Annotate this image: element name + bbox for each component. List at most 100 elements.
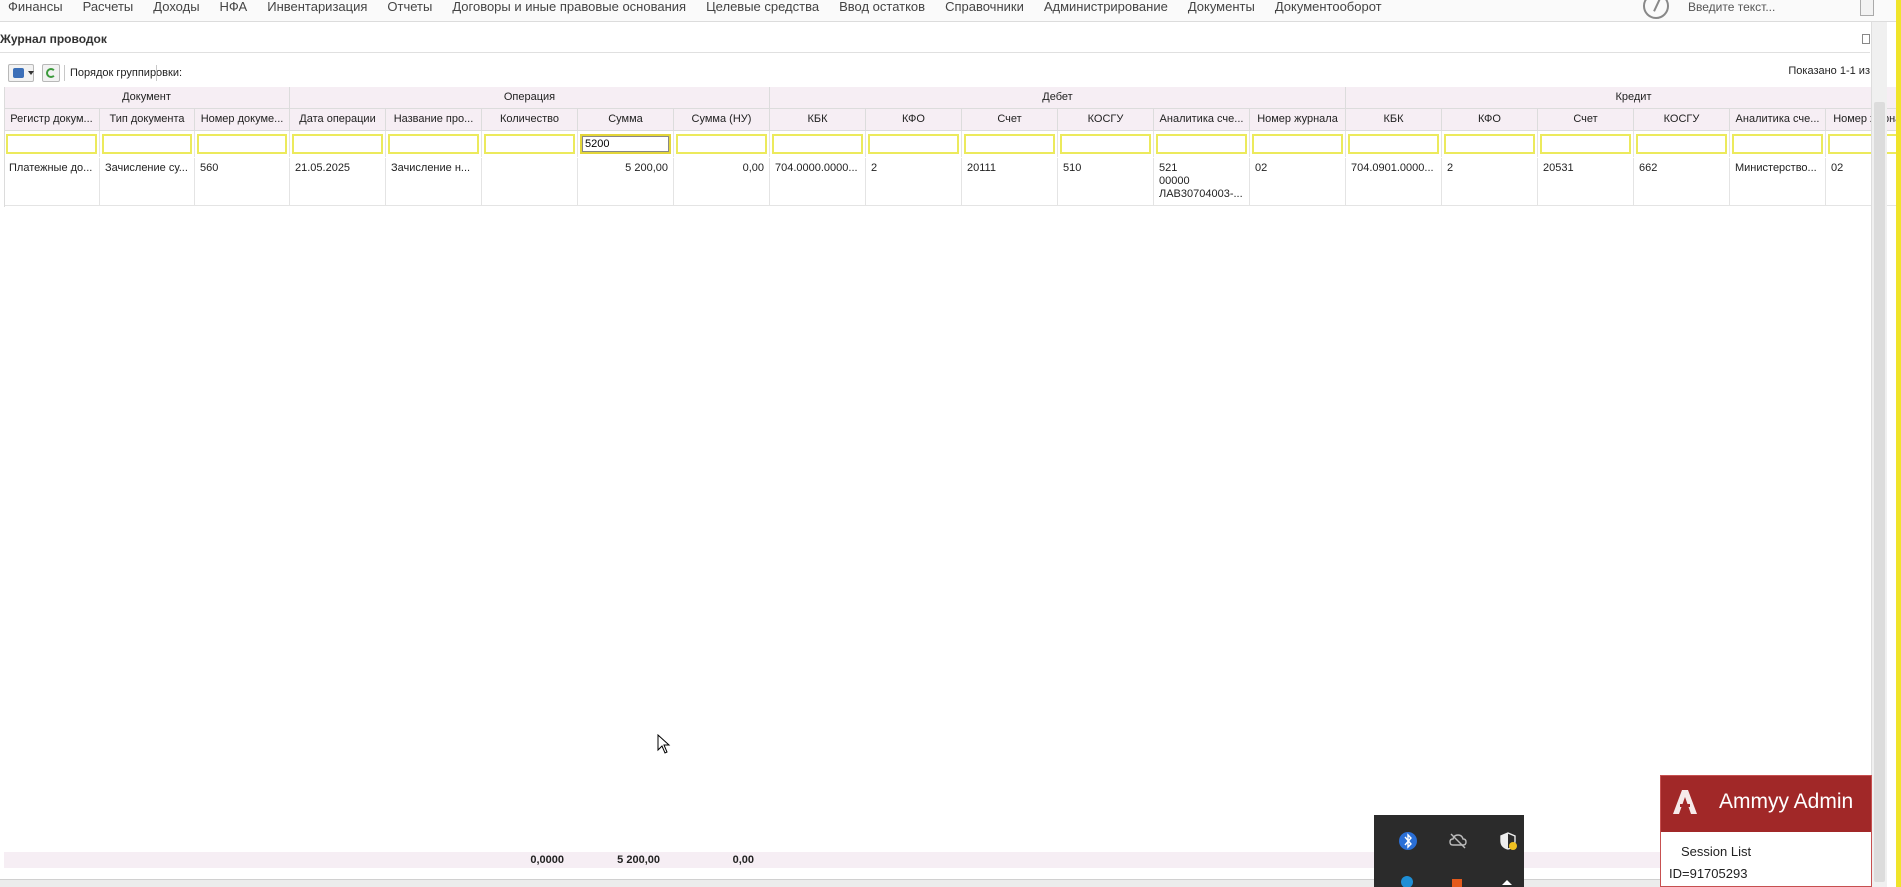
- session-list-link[interactable]: Session List: [1681, 844, 1751, 859]
- menu-target-funds[interactable]: Целевые средства: [706, 0, 819, 14]
- filter-credit-analytics[interactable]: [1732, 134, 1823, 154]
- cell-credit-journal-number[interactable]: 02: [1826, 158, 1901, 206]
- tray-expand-icon[interactable]: [1500, 873, 1514, 887]
- toolbar-separator: [64, 65, 65, 81]
- col-credit-account[interactable]: Счет: [1538, 109, 1634, 131]
- cell-credit-kosgu[interactable]: 662: [1634, 158, 1730, 206]
- cell-operation-name[interactable]: Зачисление н...: [386, 158, 482, 206]
- col-sum[interactable]: Сумма: [578, 109, 674, 131]
- menu-directories[interactable]: Справочники: [945, 0, 1024, 14]
- security-shield-icon[interactable]: [1498, 831, 1518, 851]
- ammyy-title: Ammyy Admin: [1719, 790, 1854, 813]
- cell-doc-type[interactable]: Зачисление су...: [100, 158, 195, 206]
- filter-credit-account[interactable]: [1540, 134, 1631, 154]
- office-app-icon[interactable]: [1450, 873, 1464, 887]
- cloud-offline-icon[interactable]: [1448, 831, 1468, 851]
- cell-credit-account[interactable]: 20531: [1538, 158, 1634, 206]
- chevron-down-icon: [28, 71, 34, 75]
- export-button[interactable]: [8, 64, 34, 82]
- col-credit-kosgu[interactable]: КОСГУ: [1634, 109, 1730, 131]
- menu-reports[interactable]: Отчеты: [387, 0, 432, 14]
- col-doc-register[interactable]: Регистр докум...: [4, 109, 100, 131]
- col-credit-kbk[interactable]: КБК: [1346, 109, 1442, 131]
- filter-debit-analytics[interactable]: [1156, 134, 1247, 154]
- filter-debit-kosgu[interactable]: [1060, 134, 1151, 154]
- filter-doc-number[interactable]: [197, 134, 287, 154]
- cell-sum[interactable]: 5 200,00: [578, 158, 674, 206]
- cell-credit-kbk[interactable]: 704.0901.0000...: [1346, 158, 1442, 206]
- cell-debit-kfo[interactable]: 2: [866, 158, 962, 206]
- menu-income[interactable]: Доходы: [153, 0, 199, 14]
- filter-debit-journal-number[interactable]: [1252, 134, 1343, 154]
- filter-debit-account[interactable]: [964, 134, 1055, 154]
- cell-debit-account[interactable]: 20111: [962, 158, 1058, 206]
- col-debit-kbk[interactable]: КБК: [770, 109, 866, 131]
- menu-nfa[interactable]: НФА: [220, 0, 248, 14]
- col-operation-date[interactable]: Дата операции: [290, 109, 386, 131]
- main-menu-bar: Финансы Расчеты Доходы НФА Инвентаризаци…: [0, 0, 1901, 22]
- filter-operation-date[interactable]: [292, 134, 383, 154]
- cell-operation-date[interactable]: 21.05.2025: [290, 158, 386, 206]
- band-operation: Операция: [290, 87, 770, 109]
- search-button[interactable]: [1860, 0, 1874, 16]
- total-quantity: 0,0000: [530, 854, 564, 866]
- edge-browser-icon[interactable]: [1400, 873, 1414, 887]
- cell-doc-number[interactable]: 560: [195, 158, 290, 206]
- col-doc-type[interactable]: Тип документа: [100, 109, 195, 131]
- col-quantity[interactable]: Количество: [482, 109, 578, 131]
- filter-quantity[interactable]: [484, 134, 575, 154]
- menu-items: Финансы Расчеты Доходы НФА Инвентаризаци…: [8, 0, 1402, 14]
- horizontal-scrollbar[interactable]: [0, 879, 1870, 887]
- restore-window-icon[interactable]: [1862, 34, 1870, 44]
- cell-sum-nu[interactable]: 0,00: [674, 158, 770, 206]
- filter-operation-name[interactable]: [388, 134, 479, 154]
- filter-sum[interactable]: [580, 134, 671, 154]
- filter-credit-kfo[interactable]: [1444, 134, 1535, 154]
- menu-calculations[interactable]: Расчеты: [83, 0, 134, 14]
- band-credit: Кредит: [1346, 87, 1901, 109]
- cell-quantity[interactable]: [482, 158, 578, 206]
- filter-debit-kfo[interactable]: [868, 134, 959, 154]
- menu-document-flow[interactable]: Документооборот: [1275, 0, 1382, 14]
- menu-inventory[interactable]: Инвентаризация: [267, 0, 367, 14]
- col-sum-nu[interactable]: Сумма (НУ): [674, 109, 770, 131]
- refresh-button[interactable]: [42, 64, 60, 82]
- cell-credit-kfo[interactable]: 2: [1442, 158, 1538, 206]
- col-doc-number[interactable]: Номер докуме...: [195, 109, 290, 131]
- ammyy-admin-window: Ammyy Admin Session List ID=91705293: [1660, 775, 1872, 887]
- cell-debit-journal-number[interactable]: 02: [1250, 158, 1346, 206]
- cell-debit-kbk[interactable]: 704.0000.0000...: [770, 158, 866, 206]
- col-debit-kfo[interactable]: КФО: [866, 109, 962, 131]
- filter-credit-journal-number[interactable]: [1828, 134, 1901, 154]
- cell-credit-analytics[interactable]: Министерство...: [1730, 158, 1826, 206]
- cell-debit-analytics[interactable]: 521 00000 ЛАВ30704003-...: [1154, 158, 1250, 206]
- menu-contracts[interactable]: Договоры и иные правовые основания: [452, 0, 686, 14]
- filter-debit-kbk[interactable]: [772, 134, 863, 154]
- scrollbar-thumb[interactable]: [1874, 102, 1885, 882]
- col-credit-journal-number[interactable]: Номер журнала: [1826, 109, 1901, 131]
- filter-doc-register[interactable]: [6, 134, 97, 154]
- cell-doc-register[interactable]: Платежные до...: [4, 158, 100, 206]
- cell-debit-kosgu[interactable]: 510: [1058, 158, 1154, 206]
- col-debit-account[interactable]: Счет: [962, 109, 1058, 131]
- col-operation-name[interactable]: Название про...: [386, 109, 482, 131]
- filter-credit-kosgu[interactable]: [1636, 134, 1727, 154]
- filter-sum-nu[interactable]: [676, 134, 767, 154]
- bluetooth-icon[interactable]: [1398, 831, 1418, 851]
- compass-icon[interactable]: [1643, 0, 1669, 19]
- col-debit-journal-number[interactable]: Номер журнала: [1250, 109, 1346, 131]
- col-debit-analytics[interactable]: Аналитика сче...: [1154, 109, 1250, 131]
- col-credit-analytics[interactable]: Аналитика сче...: [1730, 109, 1826, 131]
- vertical-scrollbar[interactable]: [1871, 22, 1887, 887]
- col-debit-kosgu[interactable]: КОСГУ: [1058, 109, 1154, 131]
- filter-doc-type[interactable]: [102, 134, 192, 154]
- filter-credit-kbk[interactable]: [1348, 134, 1439, 154]
- col-credit-kfo[interactable]: КФО: [1442, 109, 1538, 131]
- menu-administration[interactable]: Администрирование: [1044, 0, 1168, 14]
- table-row[interactable]: Платежные до... Зачисление су... 560 21.…: [4, 158, 1901, 206]
- global-search-input[interactable]: [1680, 0, 1860, 16]
- total-sum-nu: 0,00: [732, 854, 754, 866]
- menu-opening-balances[interactable]: Ввод остатков: [839, 0, 925, 14]
- menu-finance[interactable]: Финансы: [8, 0, 63, 14]
- menu-documents[interactable]: Документы: [1188, 0, 1255, 14]
